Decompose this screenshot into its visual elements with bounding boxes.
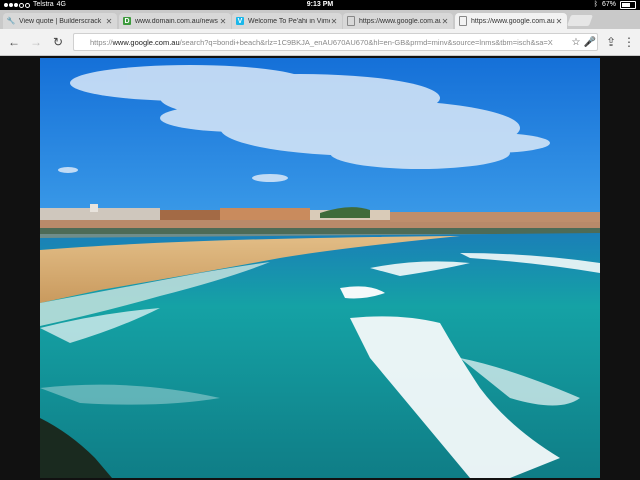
status-bar: Telstra 4G 9:13 PM ᛒ 67% <box>0 0 640 10</box>
close-tab-icon[interactable]: ✕ <box>555 17 563 26</box>
microphone-icon[interactable]: 🎤 <box>583 37 597 48</box>
page-icon <box>459 16 467 26</box>
back-arrow-icon[interactable]: ← <box>7 35 21 49</box>
close-tab-icon[interactable]: ✕ <box>219 17 227 26</box>
share-icon[interactable]: ⇪ <box>604 35 618 49</box>
close-tab-icon[interactable]: ✕ <box>441 17 449 26</box>
bookmark-star-icon[interactable]: ☆ <box>569 37 583 48</box>
tab-strip: 🔧 View quote | Builderscrack ✕ D www.dom… <box>0 10 640 29</box>
wrench-icon: 🔧 <box>6 18 16 25</box>
forward-arrow-icon[interactable]: → <box>29 35 43 49</box>
address-bar[interactable]: https://www.google.com.au/search?q=bondi… <box>73 33 598 51</box>
menu-icon[interactable]: ⋮ <box>622 35 636 49</box>
url-text[interactable]: https://www.google.com.au/search?q=bondi… <box>74 38 569 47</box>
close-tab-icon[interactable]: ✕ <box>105 17 113 26</box>
page-content <box>0 56 640 480</box>
battery-percent: 67% <box>601 1 616 8</box>
reload-icon[interactable]: ↻ <box>51 35 65 49</box>
tab-google-active[interactable]: https://www.google.com.au ✕ <box>455 13 567 29</box>
close-tab-icon[interactable]: ✕ <box>330 17 338 26</box>
browser-toolbar: ← → ↻ https://www.google.com.au/search?q… <box>0 29 640 56</box>
page-icon <box>347 16 355 26</box>
tab-google-1[interactable]: https://www.google.com.au ✕ <box>343 13 453 29</box>
battery-icon <box>620 1 636 9</box>
bluetooth-icon: ᛒ <box>593 1 598 8</box>
vimeo-icon: V <box>236 17 244 25</box>
beach-image <box>40 58 600 478</box>
new-tab-button[interactable] <box>566 15 594 26</box>
status-time: 9:13 PM <box>306 1 334 8</box>
tab-vimeo[interactable]: V Welcome To Pe'ahi in Vimeo ✕ <box>232 13 342 29</box>
status-right: ᛒ 67% <box>594 0 636 10</box>
bondi-beach-photo[interactable] <box>40 58 600 478</box>
tab-domain[interactable]: D www.domain.com.au/news ✕ <box>119 13 231 29</box>
tab-builderscrack[interactable]: 🔧 View quote | Builderscrack ✕ <box>3 13 117 29</box>
domain-favicon-icon: D <box>123 17 131 25</box>
